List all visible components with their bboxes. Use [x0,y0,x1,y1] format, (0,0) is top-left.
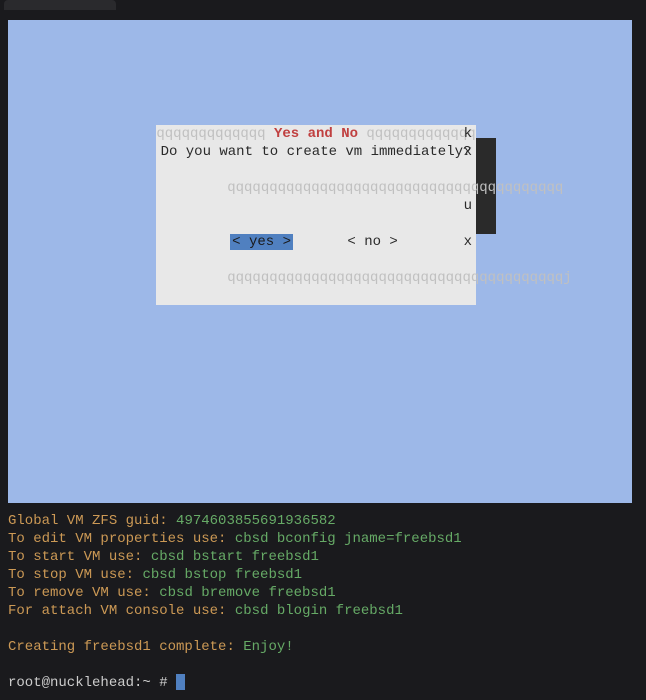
output-value: Enjoy! [243,639,293,655]
dialog-message-row: Do you want to create vm immediately? x [156,143,476,161]
terminal-content: qqqqqqqqqqqqq Yes and No qqqqqqqqqqqqq k… [0,12,646,700]
dialog-title-row: qqqqqqqqqqqqq Yes and No qqqqqqqqqqqqq k [156,125,476,143]
active-tab[interactable] [4,0,116,10]
prompt-line[interactable]: root@nucklehead:~ # [8,674,638,692]
output-value: cbsd bstart freebsd1 [151,549,319,565]
dialog-bottom-border: qqqqqqqqqqqqqqqqqqqqqqqqqqqqqqqqqqqqqqqq… [156,251,476,305]
yes-button[interactable]: < yes > [230,234,293,250]
output-line: To start VM use: cbsd bstart freebsd1 [8,548,638,566]
output-value: 4974603855691936582 [176,513,336,529]
border-char: u [464,197,472,215]
output-label: To stop VM use [8,567,126,583]
border-char: x [464,233,472,251]
output-label: Creating freebsd1 complete [8,639,226,655]
output-value: cbsd bremove freebsd1 [159,585,335,601]
cursor-icon [176,674,185,690]
output-line: Global VM ZFS guid: 4974603855691936582 [8,512,638,530]
dialog-separator: qqqqqqqqqqqqqqqqqqqqqqqqqqqqqqqqqqqqqqqq… [156,161,476,233]
window-tab-bar [0,0,646,12]
output-line: To edit VM properties use: cbsd bconfig … [8,530,638,548]
output-label: To edit VM properties use [8,531,218,547]
output-label: Global VM ZFS guid [8,513,159,529]
terminal-output: Global VM ZFS guid: 4974603855691936582 … [8,512,638,692]
border-char: k [464,125,472,143]
output-value: cbsd bstop freebsd1 [142,567,302,583]
output-line [8,620,638,638]
dialog-button-row: < yes > < no > x [156,233,476,251]
shell-prompt: root@nucklehead:~ # [8,675,176,691]
no-button[interactable]: < no > [343,234,401,250]
output-line: To remove VM use: cbsd bremove freebsd1 [8,584,638,602]
dialog-background: qqqqqqqqqqqqq Yes and No qqqqqqqqqqqqq k… [8,20,632,503]
output-value: cbsd blogin freebsd1 [235,603,403,619]
output-line: For attach VM console use: cbsd blogin f… [8,602,638,620]
border-char: x [464,143,472,161]
output-label: To start VM use [8,549,134,565]
output-value: cbsd bconfig jname=freebsd1 [235,531,462,547]
dialog-message: Do you want to create vm immediately? [161,144,472,160]
dialog-title: Yes and No [274,126,358,142]
output-label: For attach VM console use [8,603,218,619]
border-decoration: qqqqqqqqqqqqq [366,126,475,142]
output-line: Creating freebsd1 complete: Enjoy! [8,638,638,656]
output-label: To remove VM use [8,585,142,601]
output-line [8,656,638,674]
output-line: To stop VM use: cbsd bstop freebsd1 [8,566,638,584]
confirmation-dialog: qqqqqqqqqqqqq Yes and No qqqqqqqqqqqqq k… [156,125,476,305]
border-decoration: qqqqqqqqqqqqq [156,126,265,142]
